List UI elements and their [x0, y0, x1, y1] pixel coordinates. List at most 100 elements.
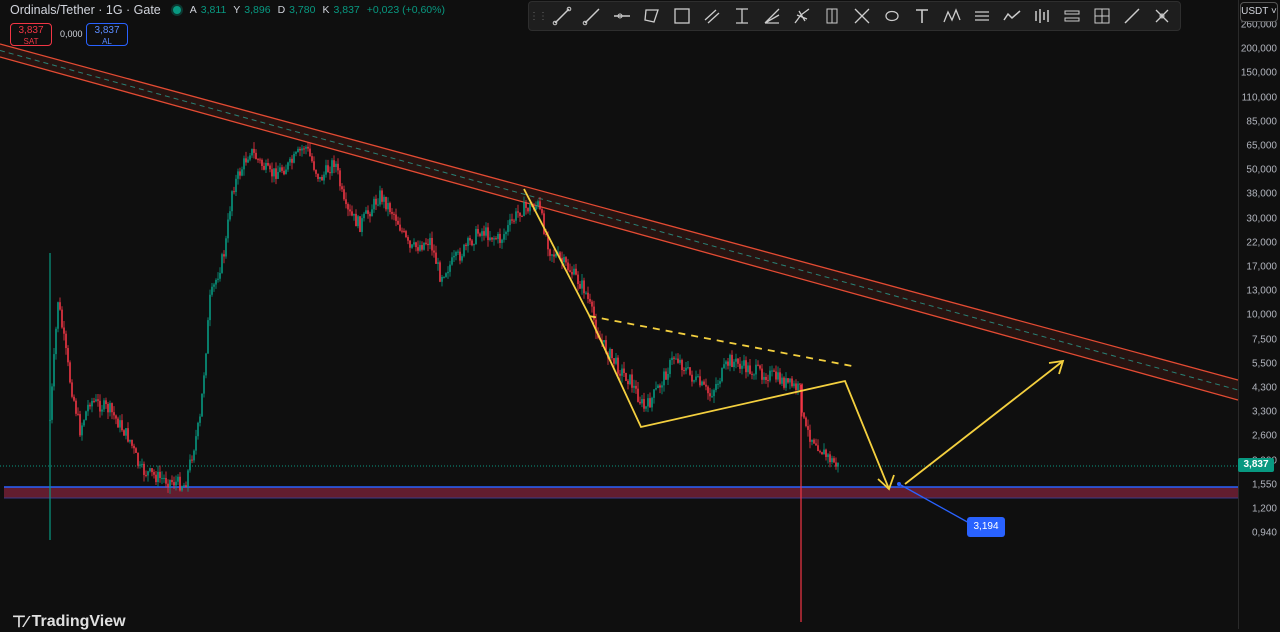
- long-position-icon[interactable]: [817, 2, 847, 30]
- candle-body: [811, 439, 813, 442]
- candle-body: [75, 400, 77, 414]
- pen-icon[interactable]: [1117, 2, 1147, 30]
- candle-body: [145, 474, 147, 476]
- candle-body: [479, 233, 481, 236]
- candle-body: [149, 468, 151, 472]
- candle-body: [543, 213, 545, 234]
- candle-body: [611, 348, 613, 359]
- candle-body: [439, 262, 441, 282]
- candle-body: [525, 202, 527, 208]
- candle-body: [589, 298, 591, 302]
- candle-body: [707, 386, 709, 394]
- price-axis-tick: 22,000: [1246, 237, 1277, 249]
- candle-body: [357, 216, 359, 227]
- candle-body: [249, 155, 251, 160]
- candle-body: [689, 367, 691, 375]
- candle-body: [427, 243, 429, 246]
- price-chart[interactable]: [0, 0, 1238, 629]
- rectangle-icon[interactable]: [667, 2, 697, 30]
- annotation-anchor[interactable]: [897, 482, 901, 486]
- candle-body: [287, 162, 289, 170]
- candle-body: [305, 146, 307, 149]
- candle-body: [81, 425, 83, 436]
- candle-body: [71, 382, 73, 397]
- candle-body: [147, 471, 149, 476]
- candle-body: [575, 268, 577, 275]
- candle-body: [461, 256, 463, 261]
- candle-body: [485, 227, 487, 236]
- candle-body: [727, 361, 729, 366]
- candle-body: [501, 239, 503, 243]
- candle-body: [467, 238, 469, 247]
- candle-body: [779, 372, 781, 384]
- candle-body: [503, 234, 505, 240]
- fib-fan-icon[interactable]: [757, 2, 787, 30]
- market-status-icon[interactable]: [172, 6, 181, 14]
- candle-body: [483, 231, 485, 236]
- rotated-rectangle-icon[interactable]: [637, 2, 667, 30]
- candle-body: [429, 237, 431, 246]
- sell-button[interactable]: 3,837 SAT: [10, 23, 52, 46]
- path-icon[interactable]: [997, 2, 1027, 30]
- candle-body: [797, 383, 799, 390]
- candle-body: [365, 210, 367, 214]
- candle-body: [663, 371, 665, 386]
- crosshair-icon[interactable]: [1147, 2, 1177, 30]
- candle-body: [237, 171, 239, 179]
- candle-body: [221, 254, 223, 273]
- candle-body: [167, 483, 169, 488]
- grid-icon[interactable]: [1087, 2, 1117, 30]
- candle-body: [105, 400, 107, 405]
- pattern-icon[interactable]: [937, 2, 967, 30]
- candle-body: [57, 302, 59, 329]
- low-value: 3,780: [289, 4, 316, 16]
- ruler-icon[interactable]: [967, 2, 997, 30]
- candle-body: [447, 271, 449, 274]
- candle-body: [313, 161, 315, 170]
- text-icon[interactable]: [907, 2, 937, 30]
- candle-body: [805, 417, 807, 427]
- candle-body: [749, 365, 751, 374]
- symbol-title[interactable]: Ordinals/Tether · 1G · Gate: [10, 3, 161, 17]
- candle-body: [645, 406, 647, 409]
- candle-body: [669, 360, 671, 374]
- candle-body: [741, 365, 743, 369]
- pitchfork-icon[interactable]: [787, 2, 817, 30]
- candle-body: [687, 367, 689, 369]
- candle-body: [51, 386, 53, 420]
- candle-body: [565, 257, 567, 263]
- candle-body: [395, 214, 397, 221]
- candle-body: [391, 211, 393, 214]
- candle-body: [193, 450, 195, 461]
- candle-body: [347, 204, 349, 210]
- price-axis[interactable]: 260,000 200,000 150,000 110,000 85,000 65,000…: [1238, 0, 1280, 629]
- parallel-channel-icon[interactable]: [697, 2, 727, 30]
- measure-icon[interactable]: [1057, 2, 1087, 30]
- annotation-price-label[interactable]: 3,194: [967, 517, 1005, 537]
- brush-icon[interactable]: [847, 2, 877, 30]
- trend-line-icon[interactable]: [547, 2, 577, 30]
- toolbar-drag-handle-icon[interactable]: ⋮⋮: [529, 2, 548, 30]
- horizontal-ray-icon[interactable]: [607, 2, 637, 30]
- high-value: 3,896: [244, 4, 271, 16]
- candle-body: [201, 393, 203, 417]
- candle-body: [743, 360, 745, 366]
- candle-body: [823, 449, 825, 455]
- candle-body: [615, 357, 617, 364]
- buy-button[interactable]: 3,837 AL: [86, 23, 128, 46]
- candle-body: [239, 171, 241, 176]
- candle-body: [563, 257, 565, 263]
- candle-body: [123, 430, 125, 436]
- shape-icon[interactable]: [877, 2, 907, 30]
- ray-icon[interactable]: [577, 2, 607, 30]
- currency-selector[interactable]: USDT ˅: [1240, 2, 1278, 22]
- candle-body: [333, 160, 335, 168]
- fib-retracement-icon[interactable]: [727, 2, 757, 30]
- candle-body: [263, 165, 265, 170]
- candle-body: [827, 454, 829, 457]
- candle-body: [323, 174, 325, 181]
- candle-body: [129, 439, 131, 442]
- close-label: K: [322, 4, 330, 16]
- support-zone[interactable]: [4, 487, 1238, 498]
- candles-icon[interactable]: [1027, 2, 1057, 30]
